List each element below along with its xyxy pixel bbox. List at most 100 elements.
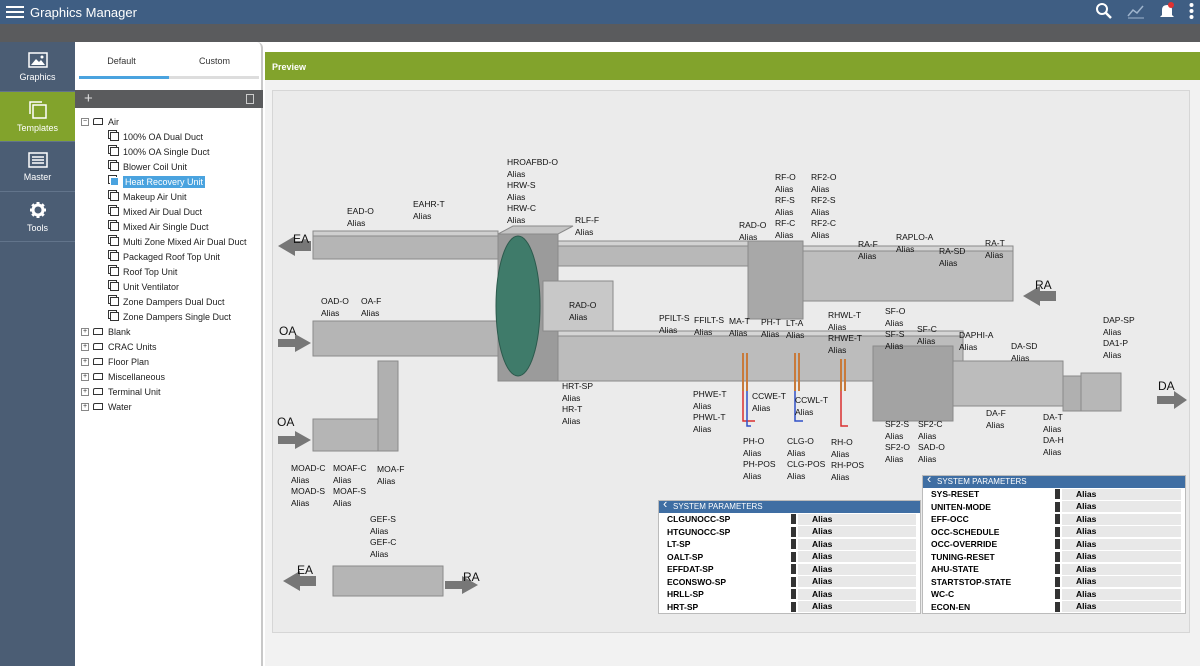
nav-graphics[interactable]: Graphics [0, 42, 75, 92]
tree-folder[interactable]: + Miscellaneous [81, 369, 261, 384]
point-label-sf2-c[interactable]: SF2-C Alias SAD-O Alias [918, 419, 945, 465]
add-icon[interactable]: + [84, 90, 93, 108]
point-label-oad[interactable]: OAD-O Alias [321, 296, 349, 319]
system-parameter-row[interactable]: ECON-EN Alias [923, 601, 1185, 614]
point-label-da-f[interactable]: DA-F Alias [986, 408, 1006, 431]
point-label-gef[interactable]: GEF-S Alias GEF-C Alias [370, 514, 396, 560]
point-label-daphi[interactable]: DAPHI-A Alias [959, 330, 993, 353]
point-label-ra-t[interactable]: RA-T Alias [985, 238, 1005, 261]
point-label-ccwe[interactable]: CCWE-T Alias [752, 391, 786, 414]
point-label-rh-o[interactable]: RH-O Alias RH-POS Alias [831, 437, 864, 483]
tree-item[interactable]: Roof Top Unit [81, 264, 261, 279]
point-label-ra-sd[interactable]: RA-SD Alias [939, 246, 965, 269]
tree-item[interactable]: Multi Zone Mixed Air Dual Duct [81, 234, 261, 249]
system-parameter-row[interactable]: UNITEN-MODE Alias [923, 501, 1185, 514]
point-label-phwe[interactable]: PHWE-T Alias PHWL-T Alias [693, 389, 727, 435]
notification-bell-icon[interactable] [1159, 2, 1175, 20]
system-parameter-row[interactable]: HRT-SP Alias [659, 601, 920, 614]
point-label-hrt-sp[interactable]: HRT-SP Alias HR-T Alias [562, 381, 593, 427]
system-parameter-row[interactable]: SYS-RESET Alias [923, 488, 1185, 501]
tree-item[interactable]: 100% OA Dual Duct [81, 129, 261, 144]
point-label-ffilt-s[interactable]: FFILT-S Alias [694, 315, 724, 338]
expand-icon[interactable]: + [81, 327, 89, 336]
nav-tools[interactable]: Tools [0, 192, 75, 242]
tree-folder[interactable]: + CRAC Units [81, 339, 261, 354]
expand-icon[interactable]: + [81, 402, 89, 411]
menu-icon[interactable] [6, 6, 24, 18]
nav-master[interactable]: Master [0, 142, 75, 192]
point-label-rlf[interactable]: RLF-F Alias [575, 215, 599, 238]
point-label-ma-t[interactable]: MA-T Alias [729, 316, 750, 339]
system-parameters-header[interactable]: SYSTEM PARAMETERS [923, 473, 1185, 488]
point-label-ead[interactable]: EAD-O Alias [347, 206, 374, 229]
system-parameter-row[interactable]: LT-SP Alias [659, 538, 920, 551]
tree-item[interactable]: Zone Dampers Single Duct [81, 309, 261, 324]
point-label-rad-o-2[interactable]: RAD-O Alias [569, 300, 596, 323]
system-parameter-row[interactable]: EFF-OCC Alias [923, 513, 1185, 526]
point-label-raplo[interactable]: RAPLO-A Alias [896, 232, 933, 255]
point-label-dap[interactable]: DAP-SP Alias DA1-P Alias [1103, 315, 1135, 361]
tab-custom[interactable]: Custom [168, 42, 261, 78]
trash-icon[interactable] [246, 94, 254, 104]
tree-folder[interactable]: + Water [81, 399, 261, 414]
system-parameter-row[interactable]: CLGUNOCC-SP Alias [659, 513, 920, 526]
tree-folder[interactable]: + Floor Plan [81, 354, 261, 369]
tree-folder[interactable]: + Blank [81, 324, 261, 339]
system-parameter-row[interactable]: OCC-SCHEDULE Alias [923, 526, 1185, 539]
tree-item[interactable]: Mixed Air Single Duct [81, 219, 261, 234]
more-options-icon[interactable] [1189, 3, 1194, 19]
point-label-rad-o-1[interactable]: RAD-O Alias [739, 220, 766, 243]
tab-default[interactable]: Default [75, 42, 168, 78]
system-parameter-row[interactable]: EFFDAT-SP Alias [659, 563, 920, 576]
system-parameter-row[interactable]: AHU-STATE Alias [923, 563, 1185, 576]
point-label-eahr[interactable]: EAHR-T Alias [413, 199, 445, 222]
expand-icon[interactable]: + [81, 357, 89, 366]
tree-folder-air[interactable]: − Air [81, 114, 261, 129]
tree-item[interactable]: Mixed Air Dual Duct [81, 204, 261, 219]
tree-item[interactable]: Packaged Roof Top Unit [81, 249, 261, 264]
point-label-moa-f[interactable]: MOA-F Alias [377, 464, 404, 487]
point-label-da-t[interactable]: DA-T Alias DA-H Alias [1043, 412, 1064, 458]
point-label-clg-o[interactable]: CLG-O Alias CLG-POS Alias [787, 436, 825, 482]
point-label-rf2[interactable]: RF2-O Alias RF2-S Alias RF2-C Alias [811, 172, 837, 241]
expand-icon[interactable]: + [81, 342, 89, 351]
trend-chart-icon[interactable] [1127, 3, 1145, 19]
tree-item[interactable]: Blower Coil Unit [81, 159, 261, 174]
tree-item[interactable]: Unit Ventilator [81, 279, 261, 294]
tree-folder[interactable]: + Terminal Unit [81, 384, 261, 399]
system-parameter-row[interactable]: HTGUNOCC-SP Alias [659, 526, 920, 539]
tree-item[interactable]: 100% OA Single Duct [81, 144, 261, 159]
point-label-oa-f[interactable]: OA-F Alias [361, 296, 381, 319]
expand-icon[interactable]: + [81, 372, 89, 381]
system-parameter-row[interactable]: STARTSTOP-STATE Alias [923, 576, 1185, 589]
point-label-moaf[interactable]: MOAF-C Alias MOAF-S Alias [333, 463, 367, 509]
system-parameters-header[interactable]: SYSTEM PARAMETERS [659, 498, 920, 513]
search-icon[interactable] [1095, 2, 1113, 20]
point-label-moad[interactable]: MOAD-C Alias MOAD-S Alias [291, 463, 325, 509]
tree-item[interactable]: Heat Recovery Unit [81, 174, 261, 189]
point-label-da-sd[interactable]: DA-SD Alias [1011, 341, 1037, 364]
point-label-ph-o[interactable]: PH-O Alias PH-POS Alias [743, 436, 776, 482]
point-label-ccwl[interactable]: CCWL-T Alias [795, 395, 828, 418]
system-parameter-row[interactable]: WC-C Alias [923, 588, 1185, 601]
tree-item[interactable]: Zone Dampers Dual Duct [81, 294, 261, 309]
point-label-ra-f[interactable]: RA-F Alias [858, 239, 878, 262]
point-label-sf[interactable]: SF-O Alias SF-S Alias [885, 306, 905, 352]
point-label-rf[interactable]: RF-O Alias RF-S Alias RF-C Alias [775, 172, 796, 241]
tree-item[interactable]: Makeup Air Unit [81, 189, 261, 204]
point-label-lt-a[interactable]: LT-A Alias [786, 318, 804, 341]
collapse-icon[interactable]: − [81, 117, 89, 126]
point-label-ph-t[interactable]: PH-T Alias [761, 317, 781, 340]
point-label-rhwl[interactable]: RHWL-T Alias RHWE-T Alias [828, 310, 862, 356]
point-label-hroafbd[interactable]: HROAFBD-O Alias HRW-S Alias HRW-C Alias [507, 157, 558, 226]
system-parameter-row[interactable]: OCC-OVERRIDE Alias [923, 538, 1185, 551]
system-parameter-row[interactable]: OALT-SP Alias [659, 551, 920, 564]
system-parameter-row[interactable]: TUNING-RESET Alias [923, 551, 1185, 564]
point-label-pfilt-s[interactable]: PFILT-S Alias [659, 313, 690, 336]
system-parameter-row[interactable]: HRLL-SP Alias [659, 588, 920, 601]
point-label-sf-c[interactable]: SF-C Alias [917, 324, 937, 347]
expand-icon[interactable]: + [81, 387, 89, 396]
point-label-sf2-s[interactable]: SF2-S Alias SF2-O Alias [885, 419, 910, 465]
system-parameter-row[interactable]: ECONSWO-SP Alias [659, 576, 920, 589]
nav-templates[interactable]: Templates [0, 92, 75, 142]
